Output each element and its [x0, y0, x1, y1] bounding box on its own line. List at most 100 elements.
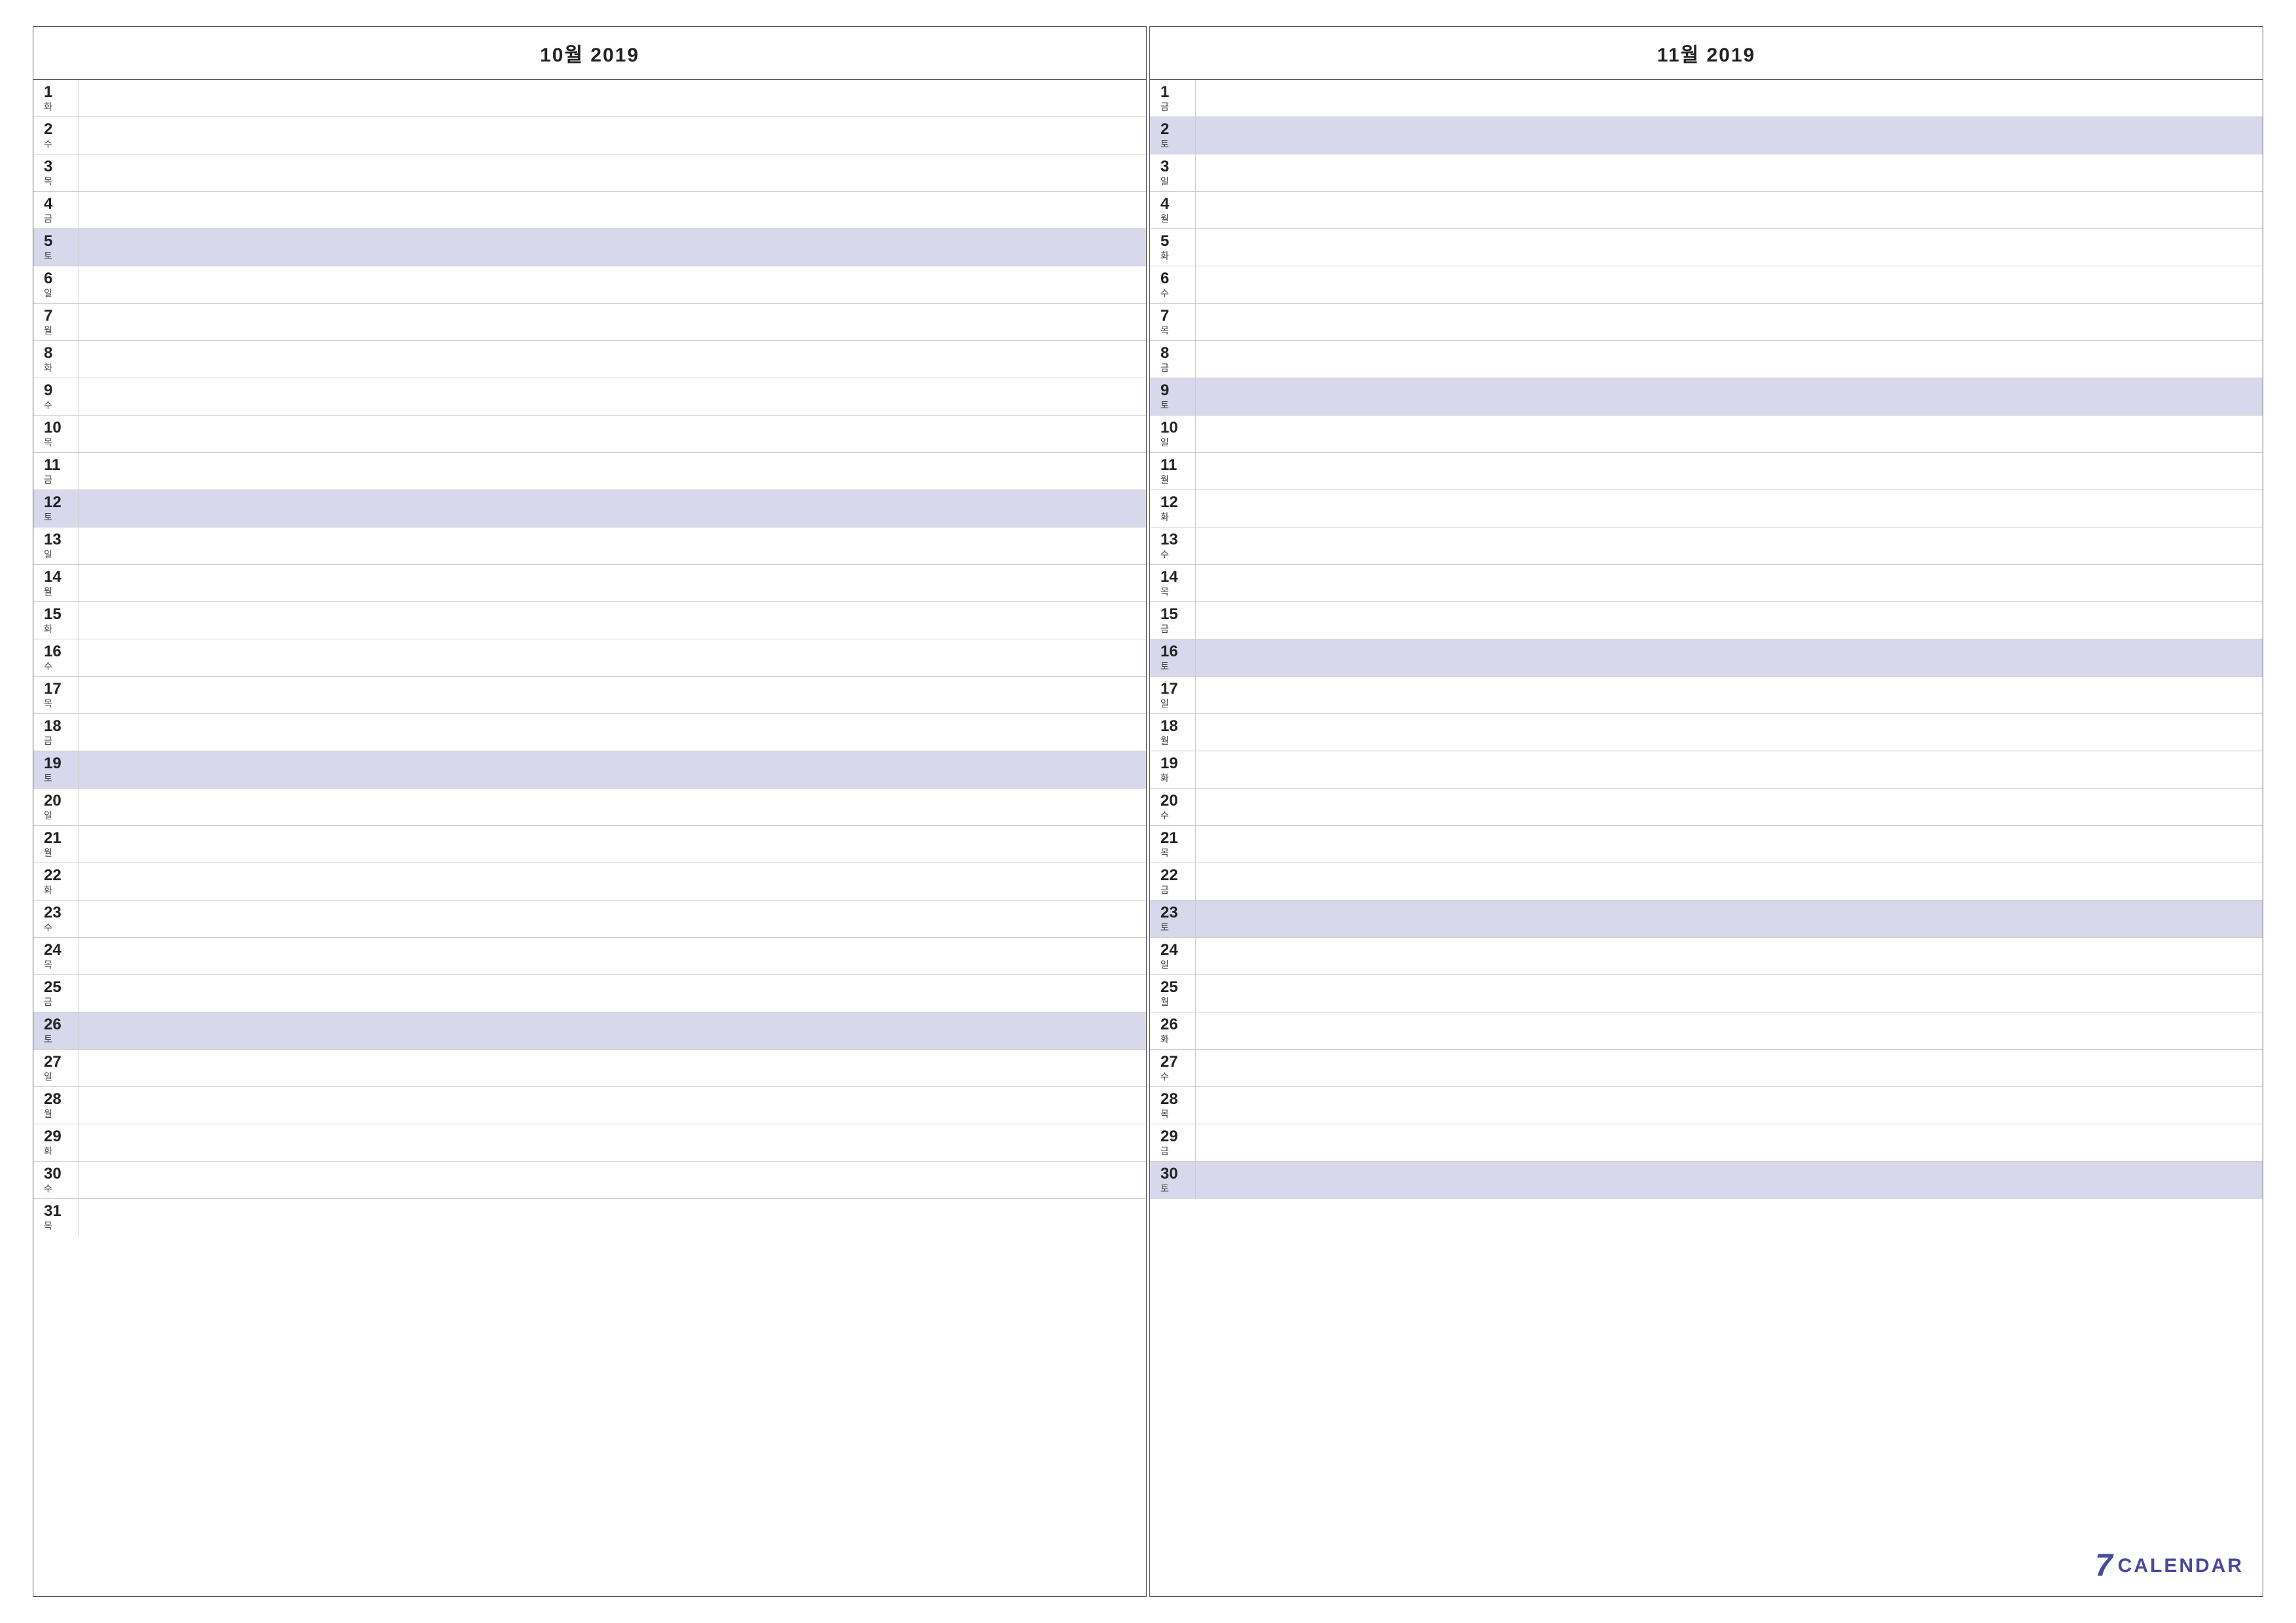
- day-content: [1196, 117, 2263, 154]
- day-content: [79, 863, 1146, 900]
- day-name: 토: [44, 1034, 52, 1045]
- day-content: [79, 527, 1146, 564]
- day-name: 일: [1160, 698, 1169, 709]
- day-row: 3일: [1150, 154, 2263, 192]
- day-content: [79, 192, 1146, 228]
- day-number: 16: [44, 643, 62, 660]
- day-number-col: 8금: [1150, 341, 1196, 378]
- day-number-col: 7월: [33, 304, 79, 340]
- day-number: 4: [44, 196, 52, 213]
- november-header: 11월 2019: [1150, 27, 2263, 80]
- day-name: 수: [44, 922, 52, 933]
- day-number: 10: [1160, 419, 1178, 437]
- day-content: [1196, 378, 2263, 415]
- day-name: 금: [44, 736, 52, 747]
- day-number: 10: [44, 419, 62, 437]
- day-number-col: 10목: [33, 416, 79, 452]
- day-number: 7: [1160, 308, 1169, 325]
- day-number: 5: [44, 233, 52, 250]
- day-number-col: 20일: [33, 789, 79, 825]
- day-row: 6일: [33, 266, 1146, 304]
- day-number: 7: [44, 308, 52, 325]
- november-days-container: 1금2토3일4월5화6수7목8금9토10일11월12화13수14목15금16토1…: [1150, 80, 2263, 1199]
- day-name: 금: [1160, 1146, 1169, 1157]
- day-number-col: 21목: [1150, 826, 1196, 863]
- day-number: 24: [44, 942, 62, 959]
- day-number-col: 2토: [1150, 117, 1196, 154]
- day-row: 30수: [33, 1162, 1146, 1199]
- day-row: 16토: [1150, 639, 2263, 677]
- day-content: [1196, 341, 2263, 378]
- day-number-col: 28목: [1150, 1087, 1196, 1124]
- day-row: 29금: [1150, 1124, 2263, 1162]
- day-number-col: 29금: [1150, 1124, 1196, 1161]
- day-number: 23: [44, 904, 62, 921]
- day-content: [79, 416, 1146, 452]
- day-number-col: 17일: [1150, 677, 1196, 713]
- day-row: 27수: [1150, 1050, 2263, 1087]
- day-content: [1196, 975, 2263, 1012]
- day-number: 26: [44, 1016, 62, 1033]
- day-number-col: 14목: [1150, 565, 1196, 601]
- day-name: 월: [1160, 997, 1169, 1008]
- day-number-col: 28월: [33, 1087, 79, 1124]
- day-number-col: 11월: [1150, 453, 1196, 490]
- day-content: [1196, 1124, 2263, 1161]
- day-row: 4월: [1150, 192, 2263, 229]
- day-content: [79, 378, 1146, 415]
- day-name: 토: [44, 251, 52, 262]
- day-name: 금: [1160, 363, 1169, 374]
- day-content: [79, 938, 1146, 974]
- day-row: 17일: [1150, 677, 2263, 714]
- day-row: 19토: [33, 751, 1146, 789]
- day-content: [79, 304, 1146, 340]
- day-number: 1: [44, 84, 52, 101]
- day-row: 19화: [1150, 751, 2263, 789]
- day-row: 26화: [1150, 1012, 2263, 1050]
- day-number-col: 5토: [33, 229, 79, 266]
- day-row: 12토: [33, 490, 1146, 527]
- day-content: [1196, 80, 2263, 116]
- day-number-col: 6수: [1150, 266, 1196, 303]
- day-content: [79, 229, 1146, 266]
- day-number: 23: [1160, 904, 1178, 921]
- day-name: 금: [1160, 885, 1169, 896]
- day-number: 3: [44, 158, 52, 175]
- day-content: [1196, 1012, 2263, 1049]
- day-content: [79, 901, 1146, 937]
- day-row: 8금: [1150, 341, 2263, 378]
- day-number-col: 18금: [33, 714, 79, 751]
- day-row: 14월: [33, 565, 1146, 602]
- day-row: 15화: [33, 602, 1146, 639]
- day-number-col: 8화: [33, 341, 79, 378]
- day-number: 20: [1160, 793, 1178, 810]
- day-row: 5화: [1150, 229, 2263, 266]
- day-row: 31목: [33, 1199, 1146, 1236]
- day-number-col: 13수: [1150, 527, 1196, 564]
- day-number: 12: [44, 494, 62, 511]
- day-content: [1196, 304, 2263, 340]
- october-header: 10월 2019: [33, 27, 1146, 80]
- day-name: 화: [44, 885, 52, 896]
- day-number: 29: [1160, 1128, 1178, 1145]
- month-november: 11월 2019 1금2토3일4월5화6수7목8금9토10일11월12화13수1…: [1149, 26, 2263, 1597]
- day-content: [1196, 192, 2263, 228]
- day-name: 화: [44, 624, 52, 635]
- day-name: 월: [44, 1109, 52, 1120]
- day-row: 10일: [1150, 416, 2263, 453]
- day-number: 15: [44, 606, 62, 623]
- day-name: 목: [44, 176, 52, 187]
- day-number: 19: [1160, 755, 1178, 772]
- day-number: 9: [44, 382, 52, 399]
- day-content: [79, 1050, 1146, 1086]
- day-name: 화: [44, 1146, 52, 1157]
- day-number-col: 3목: [33, 154, 79, 191]
- day-name: 금: [1160, 624, 1169, 635]
- day-row: 3목: [33, 154, 1146, 192]
- day-name: 수: [1160, 810, 1169, 821]
- day-name: 수: [44, 1183, 52, 1194]
- day-number-col: 26화: [1150, 1012, 1196, 1049]
- day-content: [79, 789, 1146, 825]
- day-name: 일: [1160, 176, 1169, 187]
- day-number: 11: [1160, 457, 1177, 474]
